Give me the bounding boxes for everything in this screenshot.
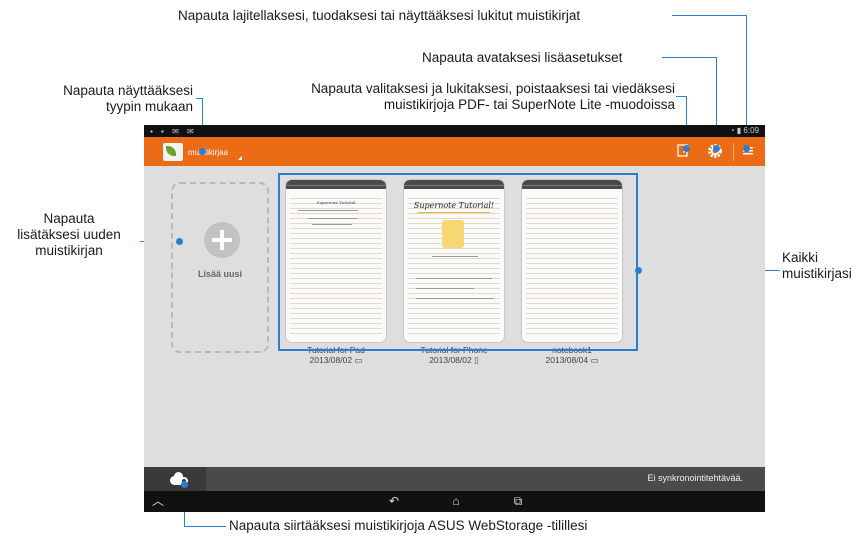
callout-dot: [181, 481, 188, 488]
callout-select-lock-line1: Napauta valitaksesi ja lukitaksesi, pois…: [311, 81, 675, 96]
calendar-icon: ▭: [590, 355, 599, 365]
callout-line: [672, 15, 747, 16]
callout-webstorage: Napauta siirtääksesi muistikirjoja ASUS …: [229, 518, 588, 533]
home-icon[interactable]: ⌂: [446, 493, 466, 509]
status-bar: ▪ ▪ ✉ ✉ ◔ ▮ 6:09: [144, 125, 765, 137]
callout-by-type: Napauta näyttääksesi tyypin mukaan: [40, 83, 193, 115]
notebook-date: 2013/08/04 ▭: [545, 355, 599, 365]
calendar-icon: ▭: [354, 355, 363, 365]
callout-all-line1: Kaikki: [782, 250, 819, 265]
add-notebook-label: Lisää uusi: [197, 269, 242, 279]
plus-icon: [204, 222, 240, 258]
app-bar: muistikirjaa: [144, 137, 765, 166]
callout-all-line2: muistikirjasi: [782, 266, 852, 281]
callout-by-type-line2: tyypin mukaan: [105, 99, 193, 114]
add-notebook-button[interactable]: Lisää uusi: [171, 182, 269, 353]
divider: [733, 143, 734, 161]
notebook-list-highlight: [278, 173, 638, 351]
callout-add-new-line3: muistikirjan: [35, 243, 103, 258]
webstorage-button[interactable]: [144, 467, 206, 491]
callout-add-new: Napauta lisätäksesi uuden muistikirjan: [0, 211, 138, 259]
sync-status-text: Ei synkronointitehtävää.: [647, 473, 743, 483]
callout-line: [184, 526, 226, 527]
callout-add-new-line1: Napauta: [43, 211, 95, 226]
callout-add-new-line2: lisätäksesi uuden: [17, 227, 121, 242]
callout-select-lock-line2: muistikirjoja PDF- tai SuperNote Lite -m…: [383, 97, 675, 112]
navigation-bar: ︿ ↶ ⌂ ⧉: [144, 491, 765, 512]
callout-select-lock: Napauta valitaksesi ja lukitaksesi, pois…: [235, 81, 675, 113]
callout-by-type-line1: Napauta näyttääksesi: [63, 83, 193, 98]
callout-all-notebooks: Kaikki muistikirjasi: [782, 250, 852, 282]
callout-dot: [176, 238, 183, 245]
recent-apps-icon[interactable]: ⧉: [508, 493, 528, 509]
back-icon[interactable]: ↶: [384, 493, 404, 509]
callout-dot: [199, 148, 206, 155]
callout-line: [662, 57, 717, 58]
callout-sort-import-locked: Napauta lajitellaksesi, tuodaksesi tai n…: [178, 8, 581, 23]
status-time: ◔ ▮ 6:09: [729, 126, 759, 135]
callout-dot: [713, 145, 720, 152]
notebook-type-dropdown[interactable]: muistikirjaa: [188, 148, 228, 157]
wifi-icon: ◔: [729, 126, 737, 135]
bottom-bar: Ei synkronointitehtävää.: [144, 467, 765, 491]
notification-icons: ▪ ▪ ✉ ✉: [150, 127, 197, 136]
callout-settings: Napauta avataksesi lisäasetukset: [422, 50, 623, 65]
callout-dot: [743, 145, 750, 152]
phone-icon: ▯: [474, 355, 479, 365]
callout-dot: [683, 145, 690, 152]
notebook-date: 2013/08/02 ▭: [309, 355, 363, 365]
up-icon[interactable]: ︿: [148, 493, 168, 509]
dropdown-caret-icon: [238, 156, 242, 160]
notebook-date: 2013/08/02 ▯: [429, 355, 479, 365]
app-logo-icon: [163, 143, 183, 161]
